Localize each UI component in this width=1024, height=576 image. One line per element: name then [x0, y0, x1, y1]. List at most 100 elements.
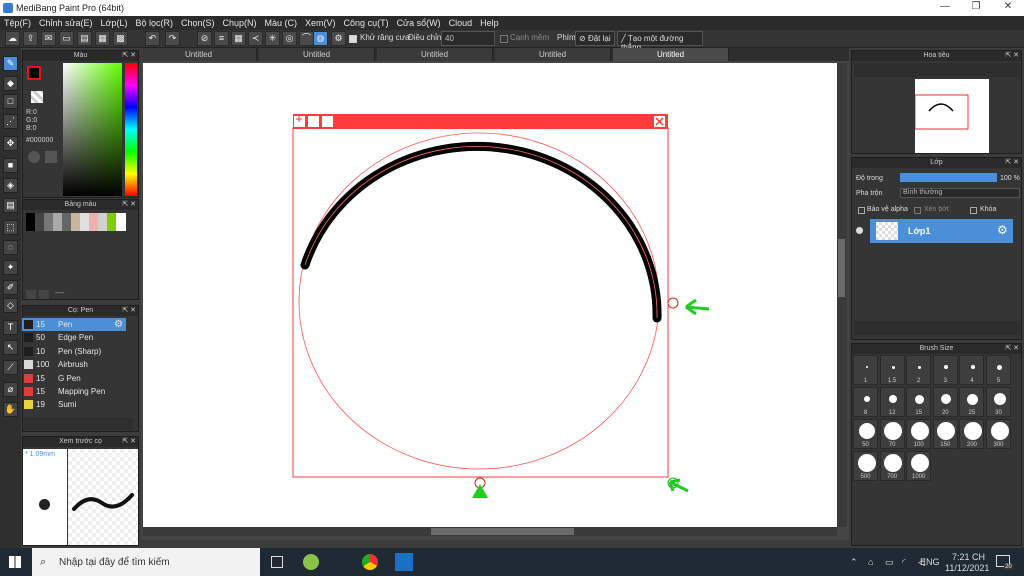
brush-size-label: 1000: [912, 474, 926, 480]
brush-size-cell[interactable]: 4: [959, 355, 985, 385]
green-arrow-corner-icon: [668, 478, 689, 493]
ruler-flip-horizontal-icon: [322, 116, 333, 127]
brush-size-dot: [910, 422, 929, 440]
taskbar: ⌕ Nhập tại đây để tìm kiếm ⌃ ⌂ ▭ ◜ ◁ ENG…: [0, 548, 1024, 576]
brush-size-dot: [918, 365, 922, 369]
brush-size-cell[interactable]: 3: [932, 355, 958, 385]
brush-size-dot: [944, 365, 949, 369]
media-taskbar-icon[interactable]: [395, 553, 413, 571]
green-arrow-right-icon: [685, 298, 710, 316]
brush-size-cell[interactable]: 1.5: [879, 355, 905, 385]
windows-start-icon[interactable]: [9, 556, 21, 568]
brush-size-cell[interactable]: 50: [853, 419, 878, 449]
brush-size-label: 1.5: [887, 378, 897, 384]
brush-size-label: 30: [995, 410, 1002, 416]
layer-settings-gear-icon[interactable]: ⚙: [997, 223, 1008, 237]
clock-date[interactable]: 11/12/2021: [945, 563, 989, 573]
brush-size-label: 700: [887, 474, 898, 480]
brush-size-cell[interactable]: 15: [906, 387, 932, 417]
brush-size-cell[interactable]: 5: [986, 355, 1011, 385]
brush-size-dot: [884, 454, 903, 472]
brush-size-dot: [858, 423, 875, 439]
layer-panel: Lớp ⇱ ✕ Độ trong 100 % Pha trộn Bình thườ…: [851, 157, 1022, 340]
brush-size-label: 150: [940, 442, 951, 448]
brush-size-dot: [997, 364, 1002, 370]
blend-value: Bình thường: [903, 189, 943, 196]
brush-size-label: 5: [996, 378, 1001, 384]
clip-checkbox[interactable]: [914, 207, 921, 214]
navigator-toolbar[interactable]: [854, 63, 1020, 77]
tray-network-icon[interactable]: ⌂: [868, 557, 873, 567]
tray-chevron-icon[interactable]: ⌃: [850, 557, 858, 568]
brush-size-dot: [889, 395, 898, 403]
ruler-header-bar: [293, 114, 668, 129]
green-arrow-bottom-icon: [472, 484, 488, 498]
navigator-panel: Hoa tiêu ⇱ ✕: [851, 50, 1022, 154]
brush-size-label: 15: [915, 410, 923, 416]
ruler-handle-right: [667, 297, 679, 309]
drawn-arc-stroke: [300, 141, 662, 323]
navigator-thumbnail[interactable]: [914, 79, 989, 153]
brush-size-dot: [857, 454, 876, 472]
brush-size-cell[interactable]: 100: [906, 419, 932, 449]
ruler-ellipse-guide: [298, 132, 660, 470]
brush-size-dot: [910, 454, 929, 472]
clock-time[interactable]: 7:21 CH: [952, 552, 985, 562]
brush-size-cell[interactable]: 70: [879, 419, 905, 449]
brush-size-cell[interactable]: 20: [932, 387, 958, 417]
notification-count: 20: [1004, 564, 1013, 570]
brush-size-dot: [937, 422, 956, 440]
chrome-taskbar-icon[interactable]: [362, 554, 378, 570]
brush-size-cell[interactable]: 2: [906, 355, 932, 385]
brush-size-dot: [967, 393, 979, 405]
layer-toolbar[interactable]: [854, 321, 1020, 335]
brush-size-cell[interactable]: 30: [986, 387, 1011, 417]
task-view-icon[interactable]: [271, 556, 283, 568]
taskbar-search-box[interactable]: ⌕ Nhập tại đây để tìm kiếm: [32, 548, 260, 576]
language-indicator[interactable]: ENG: [920, 557, 940, 567]
brush-size-dot: [963, 422, 982, 440]
blend-mode-select[interactable]: Bình thường: [900, 188, 1020, 198]
brush-size-dot: [970, 365, 975, 369]
brush-size-label: 100: [913, 442, 924, 448]
brush-size-cell[interactable]: 700: [879, 451, 905, 481]
navigator-title: Hoa tiêu: [923, 52, 950, 59]
brush-size-cell[interactable]: 25: [959, 387, 985, 417]
opacity-slider[interactable]: [900, 173, 997, 182]
app-taskbar-icon[interactable]: [303, 554, 319, 570]
ruler-bounding-box: [292, 127, 669, 478]
layer-panel-title: Lớp: [930, 159, 943, 166]
brush-size-label: 8: [863, 410, 868, 416]
brush-size-dot: [941, 394, 952, 404]
brush-size-cell[interactable]: 12: [879, 387, 905, 417]
brush-size-cell[interactable]: 8: [853, 387, 878, 417]
lock-checkbox[interactable]: [970, 207, 977, 214]
brush-size-cell[interactable]: 300: [986, 419, 1011, 449]
brush-size-label: 25: [968, 410, 976, 416]
brush-size-label: 200: [966, 442, 977, 448]
search-placeholder: Nhập tại đây để tìm kiếm: [59, 557, 170, 568]
search-icon: ⌕: [40, 556, 47, 568]
brush-size-label: 20: [941, 410, 949, 416]
clip-label: Xén bớt: [924, 206, 949, 213]
ruler-flip-vertical-icon: [308, 116, 319, 127]
brush-size-dot: [863, 396, 870, 402]
brush-size-label: 12: [888, 410, 896, 416]
brush-size-cell[interactable]: 200: [959, 419, 985, 449]
brush-size-title: Brush Size: [919, 345, 954, 352]
layer-row[interactable]: Lớp1 ⚙: [870, 219, 1013, 243]
brush-size-cell[interactable]: 1: [853, 355, 878, 385]
brush-size-cell[interactable]: 500: [853, 451, 878, 481]
brush-size-cell[interactable]: 150: [932, 419, 958, 449]
brush-size-dot: [891, 365, 895, 369]
protect-alpha-checkbox[interactable]: [858, 207, 865, 214]
layer-visibility-icon[interactable]: [856, 227, 863, 234]
brush-size-label: 70: [888, 442, 896, 448]
brush-size-dot: [865, 366, 868, 368]
tray-wifi-icon[interactable]: ◜: [902, 557, 906, 568]
brush-size-dot: [915, 394, 925, 404]
blend-label: Pha trộn: [856, 190, 883, 197]
brush-size-cell[interactable]: 1000: [906, 451, 932, 481]
tray-battery-icon[interactable]: ▭: [885, 557, 894, 568]
layer-thumbnail: [876, 222, 898, 240]
